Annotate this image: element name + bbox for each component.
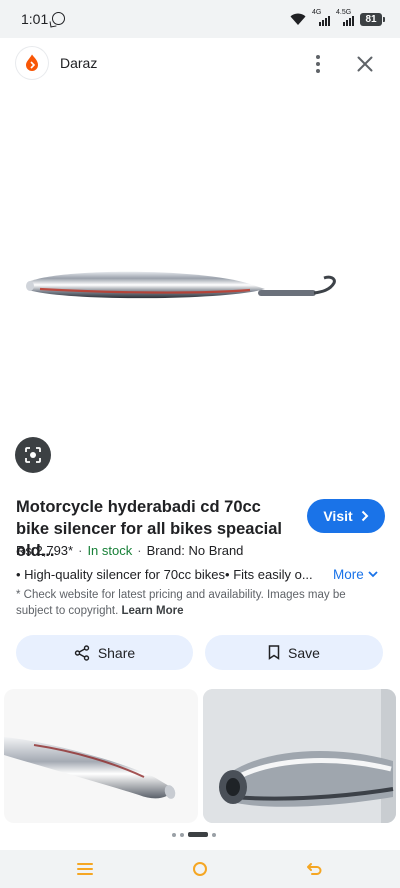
stock-status: In stock [87, 543, 133, 558]
visit-label: Visit [323, 508, 353, 524]
more-label: More [333, 567, 364, 582]
panel-header: Daraz [0, 38, 400, 90]
battery-level: 81 [360, 12, 385, 26]
pager-dot [172, 832, 176, 837]
close-icon[interactable] [353, 52, 377, 76]
pager-dot [212, 832, 216, 837]
site-name[interactable]: Daraz [60, 55, 97, 71]
chevron-right-icon [361, 510, 369, 522]
share-label: Share [97, 644, 136, 661]
status-icons: 4G 4.5G 81 [290, 9, 385, 27]
product-meta: Rs 2,793* · In stock · Brand: No Brand [16, 543, 244, 558]
pager-dot-active [188, 832, 208, 837]
share-button[interactable]: Share [16, 635, 193, 670]
status-time: 1:01 [21, 11, 49, 27]
more-vert-icon[interactable] [309, 52, 327, 76]
product-image[interactable] [0, 90, 400, 485]
google-lens-button[interactable] [15, 437, 51, 473]
save-button[interactable]: Save [205, 635, 383, 670]
save-label: Save [288, 644, 320, 661]
learn-more-link[interactable]: Learn More [121, 605, 183, 617]
signal-icon-1: 4G [312, 9, 330, 26]
pager-dot [180, 832, 184, 837]
daraz-logo-icon[interactable] [16, 47, 48, 79]
bookmark-icon [268, 645, 280, 660]
product-price: Rs 2,793* [16, 543, 74, 558]
wifi-icon [290, 13, 306, 25]
related-image-1[interactable] [4, 689, 198, 823]
product-brand: Brand: No Brand [146, 543, 244, 558]
more-button[interactable]: More [333, 567, 378, 582]
related-image-2[interactable] [203, 689, 396, 823]
visit-button[interactable]: Visit [307, 499, 385, 533]
related-silencer-image-1 [4, 737, 176, 799]
back-icon[interactable] [303, 859, 325, 879]
menu-icon[interactable] [74, 859, 96, 879]
disclaimer: * Check website for latest pricing and a… [16, 587, 376, 619]
whatsapp-icon [52, 12, 65, 25]
silencer-image [26, 271, 336, 299]
google-lens-icon [25, 447, 41, 463]
product-description: • High-quality silencer for 70cc bikes• … [16, 567, 313, 582]
chevron-down-icon [368, 571, 378, 578]
network-type-1: 4G [312, 9, 322, 16]
carousel-indicator [172, 832, 216, 837]
system-nav-bar [0, 850, 400, 888]
network-type-2: 4.5G [336, 9, 352, 16]
signal-icon-2: 4.5G [336, 9, 354, 26]
share-icon [74, 644, 90, 661]
home-circle-icon[interactable] [189, 859, 211, 879]
status-bar: 1:01 4G 4.5G 81 [0, 0, 400, 38]
related-silencer-image-2 [203, 689, 396, 823]
